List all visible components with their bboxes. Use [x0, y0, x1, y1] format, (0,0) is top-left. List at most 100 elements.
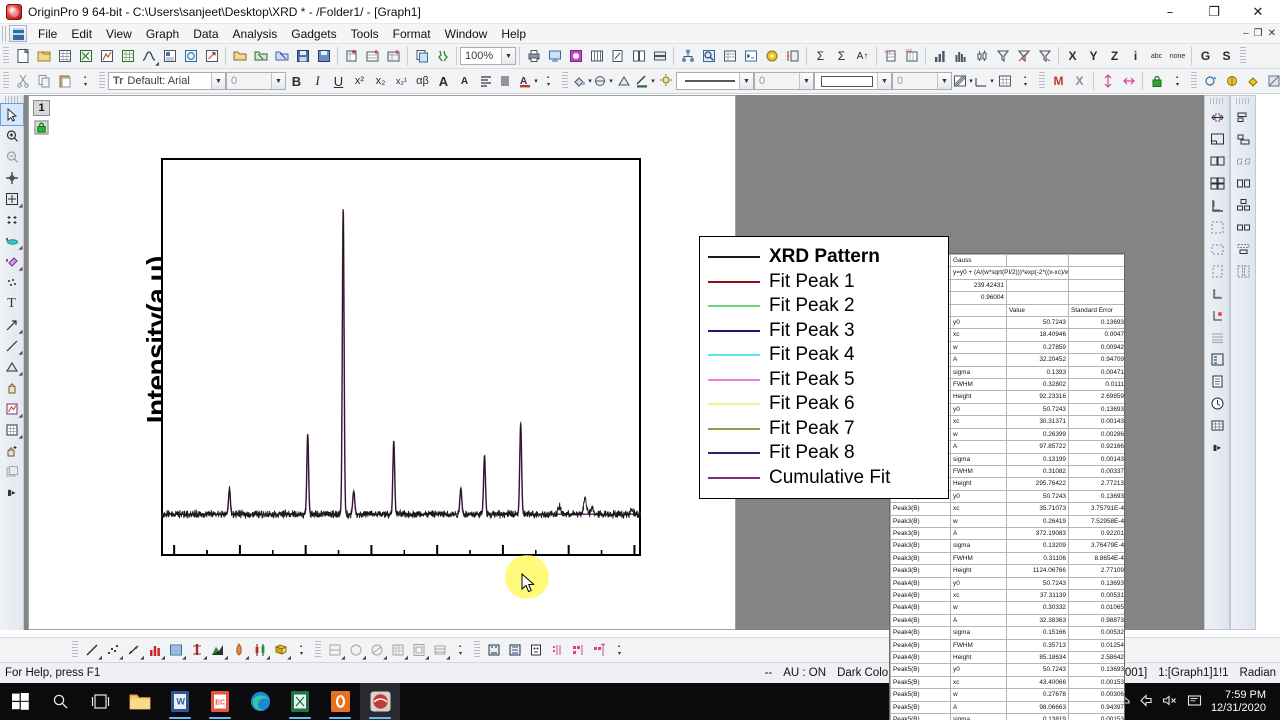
bottom-toolbar-more[interactable]: ▪ ▾ — [609, 640, 630, 661]
fill-area-plot-icon[interactable]: ◢ — [228, 640, 249, 661]
originpro-icon[interactable] — [360, 683, 400, 720]
menu-gadgets[interactable]: Gadgets — [284, 25, 343, 43]
set-as-disregard-icon[interactable]: i — [1125, 46, 1146, 67]
excel-icon[interactable] — [280, 683, 320, 720]
doe-plot-icon[interactable] — [483, 640, 504, 661]
matrix-chart-icon[interactable] — [567, 640, 588, 661]
dashed-frame2-icon[interactable] — [1205, 238, 1229, 260]
mdi-minimize-button[interactable]: – — [1243, 28, 1249, 39]
toolbar-grip-end[interactable] — [1240, 47, 1246, 65]
superscript-subscript-button[interactable]: x₂¹ — [391, 71, 412, 92]
3d-scatter-icon[interactable]: ◢ — [366, 640, 387, 661]
font-size-combobox[interactable]: 0 ▼ — [226, 72, 286, 90]
add-table-tool-icon[interactable]: ◢ — [1, 419, 23, 440]
menu-view[interactable]: View — [99, 25, 139, 43]
unmask-points-icon[interactable]: X — [1069, 71, 1090, 92]
align-bottom-objects-icon[interactable] — [1231, 128, 1255, 150]
underline-button[interactable]: U — [328, 71, 349, 92]
grid-style-icon[interactable] — [994, 71, 1015, 92]
toolbar-grip[interactable] — [3, 47, 9, 65]
legend-entry[interactable]: Fit Peak 1 — [708, 270, 948, 295]
zoom-level-combobox[interactable]: 100% ▼ — [460, 47, 516, 65]
align-equal-width-icon[interactable] — [1231, 172, 1255, 194]
axis-corner-icon[interactable] — [1205, 194, 1229, 216]
set-as-label-icon[interactable]: abc — [1146, 46, 1167, 67]
screen-reader-tool-icon[interactable]: ◢ — [1, 188, 23, 209]
copy-icon[interactable] — [33, 71, 54, 92]
menu-edit[interactable]: Edit — [64, 25, 99, 43]
graph-legend[interactable]: XRD Pattern Fit Peak 1 Fit Peak 2 Fit Peak … — [699, 236, 949, 499]
taskbar-search-icon[interactable] — [40, 683, 80, 720]
menu-help[interactable]: Help — [494, 25, 533, 43]
waterfall-plot-icon[interactable]: ◢ — [186, 640, 207, 661]
dashed-frame3-icon[interactable] — [1205, 260, 1229, 282]
line-tool-icon[interactable]: ◢ — [1, 335, 23, 356]
align-vertical-icon[interactable] — [1097, 71, 1118, 92]
legend-entry[interactable]: Fit Peak 3 — [708, 319, 948, 344]
run-script-icon[interactable] — [432, 46, 453, 67]
filter-icon[interactable] — [992, 46, 1013, 67]
file-explorer-icon[interactable] — [120, 683, 160, 720]
bold-button[interactable]: B — [286, 71, 307, 92]
start-button[interactable] — [0, 683, 40, 720]
results-log-icon[interactable] — [719, 46, 740, 67]
open-excel-icon[interactable] — [250, 46, 271, 67]
save-template-icon[interactable] — [313, 46, 334, 67]
frame-style-icon[interactable]: ▾ — [973, 71, 994, 92]
plot-toolbar-more[interactable]: ▪ ▾ — [291, 640, 312, 661]
heatmap-icon[interactable]: ◢ — [429, 640, 450, 661]
mask-grip[interactable] — [474, 641, 480, 659]
font-toolbar-grip[interactable] — [99, 72, 105, 90]
object-toolbar-grip[interactable] — [1191, 72, 1197, 90]
line-plot-icon[interactable]: ◢ — [81, 640, 102, 661]
align-center-objects-icon[interactable] — [1231, 238, 1255, 260]
ungroup-objects-icon[interactable] — [1231, 216, 1255, 238]
menu-grip[interactable] — [2, 25, 7, 42]
menu-analysis[interactable]: Analysis — [226, 25, 285, 43]
font-color-dropdown[interactable]: ▪ ▾ — [538, 71, 559, 92]
style-dropdown[interactable]: ▪ ▾ — [1015, 71, 1036, 92]
data-reader-tool-icon[interactable] — [1, 167, 23, 188]
plot-toolbar-grip[interactable] — [72, 641, 78, 659]
regional-data-select-icon[interactable] — [1, 272, 23, 293]
mask-toolbar-grip[interactable] — [1039, 72, 1045, 90]
set-as-y-icon[interactable]: Y — [1083, 46, 1104, 67]
chevron-down-icon[interactable]: ▼ — [271, 73, 285, 89]
zoom-in-tool-icon[interactable] — [1, 125, 23, 146]
legend-entry[interactable]: Fit Peak 7 — [708, 417, 948, 442]
pointer-tool-icon[interactable] — [0, 103, 24, 126]
layer-badge[interactable]: 1 — [33, 100, 50, 116]
arrange-layers-2-icon[interactable] — [1205, 150, 1229, 172]
edge-icon[interactable] — [240, 683, 280, 720]
mdi-close-button[interactable]: ✕ — [1268, 28, 1276, 39]
new-function-plot-icon[interactable]: ◢ — [138, 46, 159, 67]
maximize-button[interactable]: ❐ — [1192, 0, 1236, 24]
menu-tools[interactable]: Tools — [344, 25, 386, 43]
fill-style-combobox[interactable]: ▼ — [814, 72, 892, 90]
menu-file[interactable]: File — [31, 25, 64, 43]
plot-details-icon[interactable] — [1205, 370, 1229, 392]
draw-data-tool-icon[interactable]: ◢ — [1, 230, 23, 251]
legend-entry[interactable]: Fit Peak 5 — [708, 368, 948, 393]
notifications-icon[interactable] — [1187, 694, 1202, 710]
remove-filter-icon[interactable] — [1013, 46, 1034, 67]
chevron-down-icon[interactable]: ▼ — [799, 73, 813, 89]
new-project-icon[interactable] — [12, 46, 33, 67]
send-to-powerpoint-icon[interactable] — [544, 46, 565, 67]
chevron-down-icon[interactable]: ▼ — [501, 48, 515, 64]
code-builder-icon[interactable] — [761, 46, 782, 67]
menu-format[interactable]: Format — [386, 25, 438, 43]
layer-management-icon[interactable] — [586, 46, 607, 67]
image-plot-icon[interactable]: ◢ — [408, 640, 429, 661]
dot-chart-icon[interactable] — [546, 640, 567, 661]
volume-muted-icon[interactable] — [1162, 694, 1178, 710]
histogram-icon[interactable] — [950, 46, 971, 67]
grid-toggle-icon[interactable] — [1205, 414, 1229, 436]
statistics-sigma-icon[interactable]: Σ — [810, 46, 831, 67]
lock-dropdown[interactable]: ▪ ▾ — [1167, 71, 1188, 92]
subscript-button[interactable]: x₂ — [370, 71, 391, 92]
zoom-out-tool-icon[interactable] — [1, 146, 23, 167]
superscript-button[interactable]: x² — [349, 71, 370, 92]
toolbar-grip[interactable] — [1210, 98, 1224, 104]
add-graph-tool-icon[interactable]: ◢ — [1, 398, 23, 419]
